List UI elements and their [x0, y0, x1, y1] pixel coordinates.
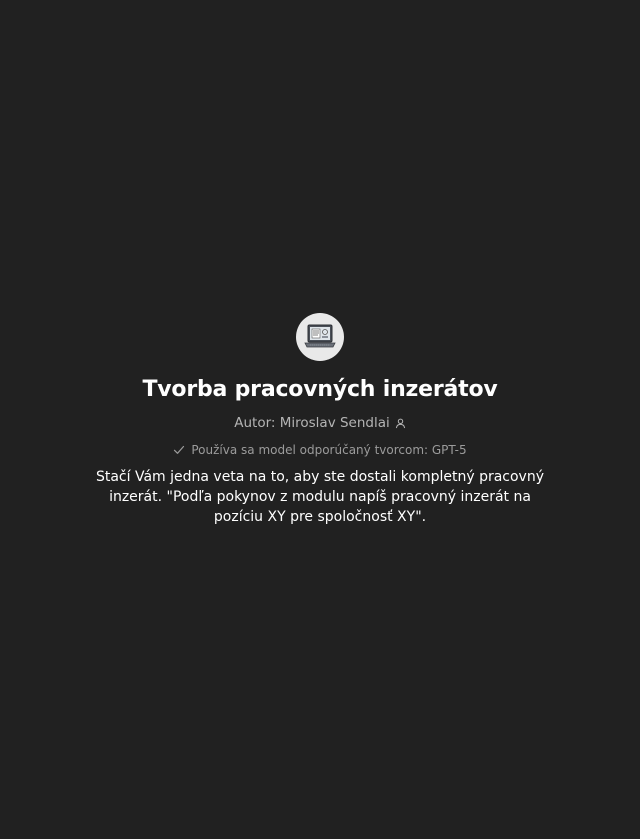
gpt-intro: Tvorba pracovných inzerátov Autor: Miros… [0, 313, 640, 527]
author-line[interactable]: Autor: Miroslav Sendlai [234, 414, 406, 432]
checkmark-icon [174, 445, 185, 454]
model-note-text: Používa sa model odporúčaný tvorcom: GPT… [191, 443, 467, 457]
gpt-intro-page: Tvorba pracovných inzerátov Autor: Miros… [0, 0, 640, 839]
laptop-icon [304, 324, 336, 348]
model-note: Používa sa model odporúčaný tvorcom: GPT… [173, 442, 467, 458]
gpt-avatar [296, 313, 344, 361]
person-icon [395, 418, 405, 428]
gpt-description: Stačí Vám jedna veta na to, aby ste dost… [95, 469, 545, 525]
gpt-title: Tvorba pracovných inzerátov [142, 377, 498, 402]
author-name[interactable]: Autor: Miroslav Sendlai [234, 414, 390, 432]
